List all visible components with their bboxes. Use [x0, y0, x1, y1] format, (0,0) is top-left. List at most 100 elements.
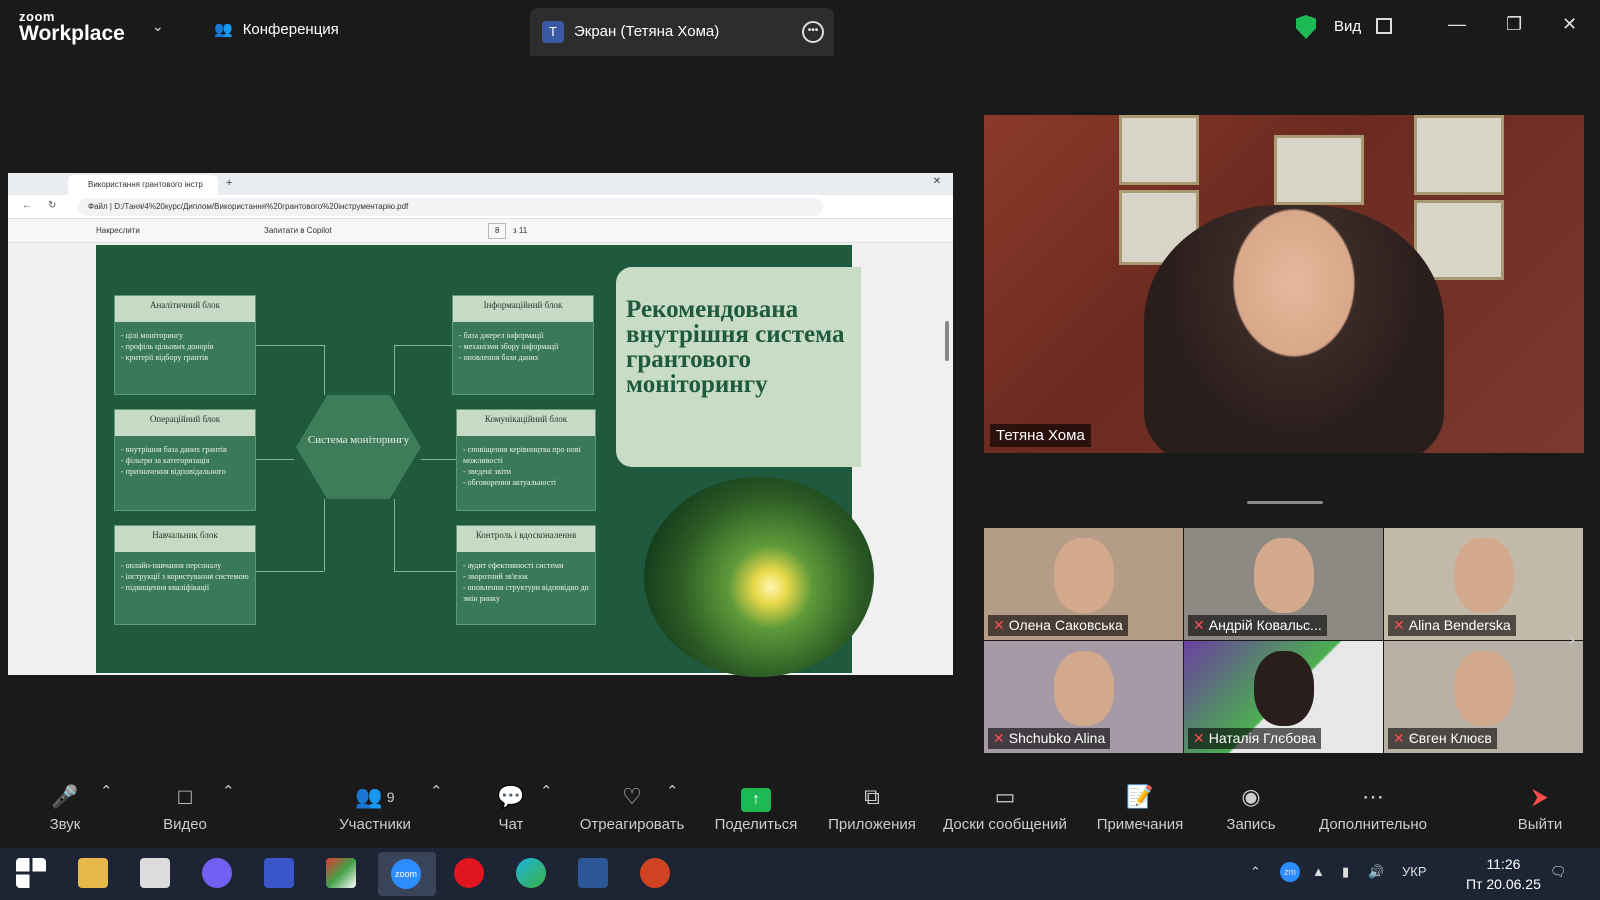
chat-options-caret[interactable]: ⌃	[540, 782, 553, 800]
operational-block: Операційний блок - внутрішня база даних …	[114, 409, 256, 511]
zoom-taskbar-button[interactable]: zoom	[378, 852, 436, 896]
participant-tile[interactable]: ✕ Олена Саковська	[984, 528, 1183, 640]
block-body: - внутрішня база даних грантів - фільтри…	[121, 445, 227, 476]
battery-icon[interactable]: ▮	[1342, 864, 1349, 880]
participants-options-caret[interactable]: ⌃	[430, 782, 443, 800]
back-icon[interactable]: ←	[22, 200, 32, 211]
mic-muted-icon: ✕	[1393, 730, 1405, 746]
chat-icon: 💬	[497, 784, 525, 809]
apps-button[interactable]: ⧉ Приложения	[822, 782, 922, 833]
camera-icon: □	[178, 784, 192, 809]
participant-tile[interactable]: ✕ Андрій Ковальс...	[1184, 528, 1383, 640]
view-layout-icon[interactable]	[1376, 18, 1392, 34]
more-icon: ⋯	[1362, 784, 1384, 809]
whiteboard-icon: ▭	[994, 784, 1016, 809]
pdf-scrollbar[interactable]	[945, 321, 949, 361]
block-body: - цілі моніторингу - профіль цільових до…	[121, 331, 214, 362]
participant-name-text: Євген Клюєв	[1408, 730, 1492, 746]
information-block: Інформаційний блок - база джерел інформа…	[452, 295, 594, 395]
speaker-name: Тетяна Хома	[990, 424, 1091, 447]
analytic-block: Аналітичний блок - цілі моніторингу - пр…	[114, 295, 256, 395]
chevron-down-icon[interactable]: ⌄	[152, 18, 164, 35]
participants-gallery: ✕ Олена Саковська ✕ Андрій Ковальс... ✕ Ali…	[984, 528, 1584, 753]
browser-tab[interactable]: Використання грантового інстр	[68, 175, 218, 195]
chevron-up-icon[interactable]: ⌃	[1250, 864, 1261, 880]
react-options-caret[interactable]: ⌃	[666, 782, 679, 800]
participant-tile[interactable]: ✕ Наталія Глєбова	[1184, 641, 1383, 753]
zoom-top-bar: zoom Workplace ⌄ 👥 Конференция T Экран (…	[0, 0, 1600, 56]
more-button[interactable]: ⋯ Дополнительно	[1308, 782, 1438, 833]
clock[interactable]: 11:26 Пт 20.06.25	[1466, 854, 1541, 894]
speaker-video[interactable]: Тетяна Хома	[984, 115, 1584, 453]
zoom-logo: zoom Workplace	[19, 10, 125, 44]
file-explorer-icon[interactable]	[78, 858, 108, 888]
participant-name: ✕ Євген Клюєв	[1388, 728, 1497, 749]
shield-icon[interactable]	[1296, 15, 1316, 39]
edge-icon[interactable]	[516, 858, 546, 888]
browser-close-icon[interactable]: ✕	[933, 176, 941, 187]
draw-button[interactable]: Накреслити	[96, 226, 140, 235]
block-body: - аудит ефективності системи - зворотний…	[463, 561, 589, 603]
notes-button[interactable]: 📝 Примечания	[1090, 782, 1190, 833]
app-icon[interactable]	[326, 858, 356, 888]
block-title: Інформаційний блок	[453, 296, 593, 322]
address-input[interactable]: Файл | D:/Таня/4%20курс/Диплом/Використа…	[78, 198, 823, 216]
audio-label: Звук	[49, 816, 81, 833]
chevron-right-icon[interactable]: ›	[1568, 626, 1575, 652]
share-screen-icon: ↑	[741, 788, 771, 812]
more-options-icon[interactable]: •••	[802, 21, 824, 43]
training-block: Навчальник блок - онлайн-навчання персон…	[114, 525, 256, 625]
page-number-input[interactable]: 8	[488, 223, 507, 239]
minimize-icon[interactable]: —	[1448, 14, 1466, 35]
block-title: Аналітичний блок	[115, 296, 255, 322]
lightbulb-image	[644, 477, 874, 677]
block-title: Контроль і вдосконалення	[457, 526, 595, 552]
participant-tile[interactable]: ✕ Alina Benderska	[1384, 528, 1583, 640]
video-button[interactable]: □ Видео	[155, 782, 215, 833]
conference-tab[interactable]: 👥 Конференция	[214, 20, 339, 39]
language-indicator[interactable]: УКР	[1402, 864, 1427, 879]
audio-options-caret[interactable]: ⌃	[100, 782, 113, 800]
windows-taskbar: zoom ⌃ zm ▲ ▮ 🔊 УКР 11:26 Пт 20.06.25 🗨	[0, 848, 1600, 900]
slide-title-box: Рекомендована внутрішня система грантово…	[616, 267, 861, 467]
share-button[interactable]: ↑ Поделиться	[708, 782, 804, 833]
powerpoint-icon[interactable]	[640, 858, 670, 888]
participants-button[interactable]: 👥 9 Участники	[335, 782, 415, 833]
restore-icon[interactable]: ❐	[1506, 14, 1522, 35]
record-button[interactable]: ◉ Запись	[1216, 782, 1286, 833]
leave-button[interactable]: ⮞ Выйти	[1512, 782, 1568, 833]
copilot-button[interactable]: Запитати в Copilot	[264, 226, 332, 235]
resize-handle[interactable]	[1247, 501, 1323, 504]
zoom-tray-icon[interactable]: zm	[1280, 862, 1300, 882]
participant-tile[interactable]: ✕ Shchubko Alina	[984, 641, 1183, 753]
slide-title: Рекомендована внутрішня система грантово…	[626, 296, 845, 398]
notifications-icon[interactable]: 🗨	[1550, 864, 1567, 880]
block-title: Операційний блок	[115, 410, 255, 436]
screen-share-tab[interactable]: T Экран (Тетяна Хома) •••	[530, 8, 834, 56]
volume-icon[interactable]: 🔊	[1368, 864, 1384, 880]
participant-tile[interactable]: ✕ Євген Клюєв	[1384, 641, 1583, 753]
video-options-caret[interactable]: ⌃	[222, 782, 235, 800]
calculator-icon[interactable]	[140, 858, 170, 888]
page-total: з 11	[513, 226, 528, 235]
pdf-viewer[interactable]: Аналітичний блок - цілі моніторингу - пр…	[8, 243, 953, 677]
word-icon[interactable]	[578, 858, 608, 888]
drive-icon[interactable]: ▲	[1312, 864, 1325, 879]
file-label: Файл	[88, 202, 108, 211]
save-icon[interactable]	[264, 858, 294, 888]
new-tab-icon[interactable]: +	[226, 177, 232, 189]
audio-button[interactable]: 🎤 Звук	[40, 782, 90, 833]
close-icon[interactable]: ✕	[1562, 14, 1577, 35]
whiteboards-button[interactable]: ▭ Доски сообщений	[940, 782, 1070, 833]
participant-name-text: Олена Саковська	[1008, 617, 1123, 633]
mic-muted-icon: ✕	[1193, 617, 1205, 633]
viber-icon[interactable]	[202, 858, 232, 888]
clock-date: Пт 20.06.25	[1466, 876, 1541, 892]
opera-icon[interactable]	[454, 858, 484, 888]
screen-share-label: Экран (Тетяна Хома)	[574, 23, 720, 40]
chat-button[interactable]: 💬 Чат	[486, 782, 536, 833]
communication-block: Комунікаційний блок - сповіщення керівни…	[456, 409, 596, 511]
view-button[interactable]: Вид	[1334, 18, 1361, 35]
windows-start-icon[interactable]	[16, 858, 46, 888]
reload-icon[interactable]: ↻	[48, 200, 56, 211]
